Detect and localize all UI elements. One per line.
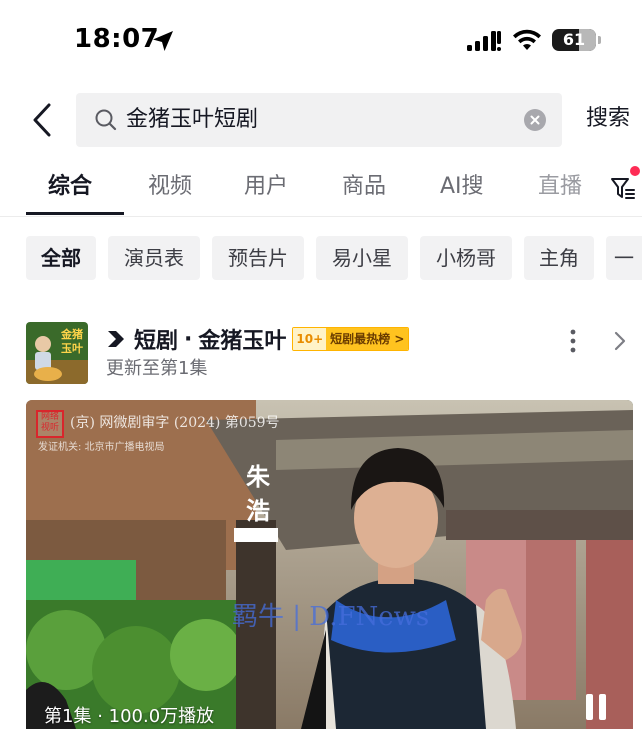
short-drama-icon <box>108 331 124 347</box>
status-bar: 18:07 61 <box>0 0 642 80</box>
search-icon <box>95 109 117 131</box>
wifi-icon <box>513 29 541 50</box>
chevron-right-icon[interactable] <box>612 330 628 352</box>
chip-all[interactable]: 全部 <box>26 236 96 280</box>
rank-number: 10+ <box>293 328 327 350</box>
episode-info: 第1集 · 100.0万播放 <box>44 702 214 728</box>
battery-level: 61 <box>562 30 586 49</box>
chip-yi-xiaoxing[interactable]: 易小星 <box>316 236 408 280</box>
actor-name-caption: 朱浩 <box>246 462 270 525</box>
drama-type-label: 短剧 <box>134 329 179 354</box>
chip-lead-role[interactable]: 主角 <box>524 236 594 280</box>
search-query[interactable]: 金猪玉叶短剧 <box>126 105 258 135</box>
back-arrow-icon <box>33 103 51 137</box>
episode-separator: · <box>97 706 103 727</box>
play-count: 100.0万播放 <box>108 706 215 727</box>
tab-products[interactable]: 商品 <box>342 172 386 202</box>
status-time: 18:07 <box>74 24 160 54</box>
result-tabs: 综合 视频 用户 商品 AI搜 直播 <box>0 160 642 218</box>
update-status: 更新至第1集 <box>106 358 208 379</box>
clear-icon <box>530 115 540 125</box>
chip-more[interactable]: 一 <box>606 236 642 280</box>
tab-live[interactable]: 直播 <box>538 172 582 202</box>
pause-button[interactable] <box>586 694 608 720</box>
svg-text:玉叶: 玉叶 <box>61 341 83 355</box>
filter-notification-dot <box>630 166 640 176</box>
more-options-icon[interactable] <box>566 328 580 354</box>
hot-rank-badge[interactable]: 10+ 短剧最热榜 > <box>292 327 410 351</box>
episode-label: 第1集 <box>44 706 92 727</box>
drama-title-separator: · <box>184 326 193 352</box>
active-tab-indicator <box>26 212 124 215</box>
battery-icon: 61 <box>552 29 602 51</box>
svg-text:金猪: 金猪 <box>60 327 83 341</box>
chip-xiao-yang-ge[interactable]: 小杨哥 <box>420 236 512 280</box>
rank-arrow: > <box>394 332 405 346</box>
search-input[interactable]: 金猪玉叶短剧 <box>76 93 562 147</box>
poster-image: 金猪 玉叶 <box>26 322 88 384</box>
actor-name-bar <box>234 528 278 542</box>
search-button[interactable]: 搜索 <box>586 104 630 134</box>
filter-icon[interactable] <box>610 176 636 202</box>
video-player[interactable]: 网络视听 (京) 网微剧审字 (2024) 第059号 发证机关: 北京市广播电… <box>26 400 633 729</box>
tabs-divider <box>0 216 642 217</box>
back-button[interactable] <box>26 100 58 140</box>
tab-comprehensive[interactable]: 综合 <box>48 172 92 202</box>
tab-video[interactable]: 视频 <box>148 172 192 202</box>
clear-button[interactable] <box>524 109 546 131</box>
tab-users[interactable]: 用户 <box>244 172 288 202</box>
pause-icon <box>586 694 593 720</box>
drama-poster[interactable]: 金猪 玉叶 <box>26 322 88 384</box>
news-watermark: 羁牛 | D.FNews <box>232 602 430 632</box>
chip-trailer[interactable]: 预告片 <box>212 236 304 280</box>
drama-title-row[interactable]: 短剧 · 金猪玉叶 10+ 短剧最热榜 > <box>106 324 410 354</box>
license-number: (京) 网微剧审字 (2024) 第059号 <box>70 415 280 431</box>
location-arrow-icon <box>153 31 173 51</box>
license-logo: 网络视听 <box>36 410 64 438</box>
license-issuer: 发证机关: 北京市广播电视局 <box>38 442 165 453</box>
drama-title: 金猪玉叶 <box>198 329 287 354</box>
rank-label: 短剧最热榜 > <box>326 328 409 350</box>
tab-ai-search[interactable]: AI搜 <box>440 172 484 202</box>
chip-cast[interactable]: 演员表 <box>108 236 200 280</box>
signal-icon <box>467 31 501 51</box>
